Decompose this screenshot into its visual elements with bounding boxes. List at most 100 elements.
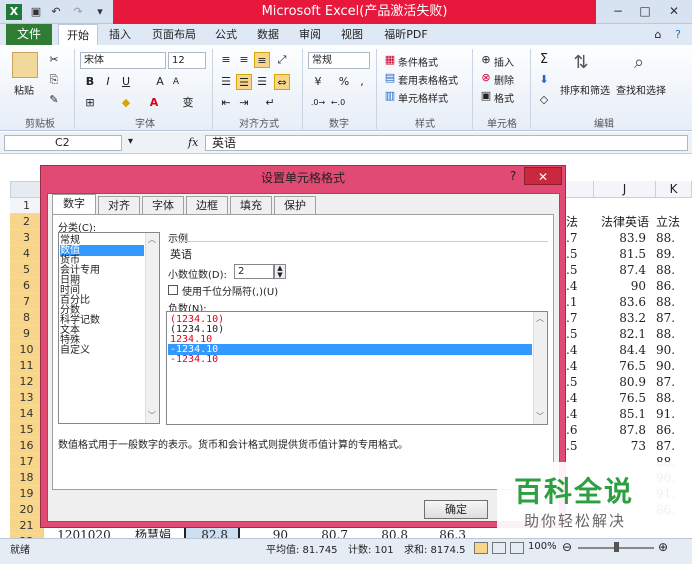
cell-k[interactable]: 87. — [656, 310, 692, 326]
cell-k2[interactable]: 立法 — [656, 214, 692, 230]
cell-j[interactable]: 83.6 — [594, 294, 656, 310]
tab-alignment[interactable]: 对齐 — [98, 196, 140, 214]
delete-cells-icon[interactable]: ⊗ — [478, 70, 494, 86]
category-scrollbar[interactable] — [145, 233, 159, 423]
row-header[interactable]: 18 — [10, 470, 44, 486]
cell-i[interactable]: .5 — [566, 326, 594, 342]
normal-view-icon[interactable] — [474, 542, 488, 554]
dialog-help-button[interactable]: ? — [504, 167, 522, 185]
cell-j[interactable]: 73 — [594, 438, 656, 454]
conditional-format-button[interactable]: 条件格式 — [398, 54, 438, 69]
grow-font-button[interactable]: A — [152, 74, 168, 90]
decrease-decimal-icon[interactable]: ←.0 — [330, 95, 346, 111]
cell-j[interactable]: 76.5 — [594, 390, 656, 406]
increase-indent-icon[interactable]: ⇥ — [236, 95, 252, 111]
decrease-indent-icon[interactable]: ⇤ — [218, 95, 234, 111]
cell-k[interactable]: 88. — [656, 262, 692, 278]
align-right-icon[interactable]: ☰ — [254, 74, 270, 90]
category-item[interactable]: 自定义 — [60, 345, 144, 356]
customize-qat-icon[interactable]: ▾ — [92, 4, 108, 20]
orientation-icon[interactable]: ⤢ — [274, 52, 290, 68]
decimals-spinner[interactable]: ▲ ▼ — [274, 264, 286, 279]
cell-i[interactable]: .5 — [566, 374, 594, 390]
cell-k[interactable]: 87. — [656, 374, 692, 390]
column-header-i[interactable] — [566, 181, 594, 198]
format-cells-icon[interactable]: ▣ — [478, 88, 494, 104]
page-break-view-icon[interactable] — [510, 542, 524, 554]
tab-protection[interactable]: 保护 — [274, 196, 316, 214]
bold-button[interactable]: B — [82, 74, 98, 90]
copy-icon[interactable]: ⎘ — [46, 72, 62, 88]
scroll-up-icon[interactable]: ︿ — [148, 234, 156, 245]
restore-button[interactable]: □ — [631, 2, 659, 20]
row-header[interactable]: 15 — [10, 422, 44, 438]
cell-j[interactable]: 80.9 — [594, 374, 656, 390]
tab-border[interactable]: 边框 — [186, 196, 228, 214]
cell-i[interactable]: .4 — [566, 390, 594, 406]
cell-j2[interactable]: 法律英语 — [594, 214, 656, 230]
conditional-format-icon[interactable]: ▦ — [382, 52, 398, 68]
undo-icon[interactable]: ↶ — [48, 4, 64, 20]
percent-button[interactable]: % — [336, 74, 352, 90]
cell-i[interactable]: .4 — [566, 406, 594, 422]
cell-k[interactable]: 88. — [656, 230, 692, 246]
find-select-icon[interactable]: ⌕ — [626, 52, 652, 78]
autosum-button[interactable]: Σ — [536, 52, 552, 68]
cell-k[interactable]: 88. — [656, 326, 692, 342]
minimize-button[interactable]: − — [604, 2, 632, 20]
cell-k[interactable]: 91. — [656, 406, 692, 422]
cell-i[interactable]: .5 — [566, 438, 594, 454]
align-bottom-icon[interactable]: ≡ — [254, 52, 270, 68]
insert-function-button[interactable]: fx — [188, 136, 198, 149]
cell-style-button[interactable]: 单元格样式 — [398, 90, 448, 105]
row-header[interactable]: 5 — [10, 262, 44, 278]
cell-i[interactable]: .4 — [566, 278, 594, 294]
row-header[interactable]: 17 — [10, 454, 44, 470]
currency-icon[interactable]: ¥ — [310, 74, 326, 90]
cell-i[interactable]: .7 — [566, 230, 594, 246]
align-top-icon[interactable]: ≡ — [218, 52, 234, 68]
row-header[interactable]: 12 — [10, 374, 44, 390]
fill-icon[interactable]: ⬇ — [536, 72, 552, 88]
row-header[interactable]: 13 — [10, 390, 44, 406]
row-header[interactable]: 7 — [10, 294, 44, 310]
tab-review[interactable]: 审阅 — [292, 24, 328, 45]
tab-fill[interactable]: 填充 — [230, 196, 272, 214]
row-header[interactable]: 16 — [10, 438, 44, 454]
zoom-slider-thumb[interactable] — [614, 542, 619, 552]
row-header[interactable]: 19 — [10, 486, 44, 502]
row-header[interactable]: 4 — [10, 246, 44, 262]
italic-button[interactable]: I — [100, 74, 116, 90]
scroll-down-icon[interactable]: ﹀ — [536, 411, 544, 422]
number-format-combo[interactable]: 常规 — [308, 52, 370, 69]
delete-cells-button[interactable]: 删除 — [494, 72, 514, 87]
row-header[interactable]: 6 — [10, 278, 44, 294]
cell-i[interactable]: .4 — [566, 342, 594, 358]
table-format-button[interactable]: 套用表格格式 — [398, 72, 458, 87]
tab-font[interactable]: 字体 — [142, 196, 184, 214]
wrap-text-icon[interactable]: ↵ — [262, 95, 278, 111]
cell-j[interactable]: 87.8 — [594, 422, 656, 438]
row-header[interactable]: 21 — [10, 518, 44, 534]
cell-j[interactable]: 81.5 — [594, 246, 656, 262]
cell-i[interactable]: .4 — [566, 358, 594, 374]
column-header-k[interactable]: K — [656, 181, 692, 198]
negative-format-item[interactable]: -1234.10 — [168, 354, 532, 365]
shrink-font-button[interactable]: A — [168, 74, 184, 90]
row-header[interactable]: 1 — [10, 198, 44, 214]
file-tab[interactable]: 文件 — [6, 24, 52, 45]
cell-k[interactable]: 88. — [656, 390, 692, 406]
tab-home[interactable]: 开始 — [58, 24, 98, 45]
underline-button[interactable]: U — [118, 74, 134, 90]
row-header[interactable]: 8 — [10, 310, 44, 326]
scroll-up-icon[interactable]: ︿ — [536, 313, 544, 324]
select-all-corner[interactable] — [10, 181, 44, 198]
cell-k[interactable]: 90. — [656, 358, 692, 374]
row-header[interactable]: 20 — [10, 502, 44, 518]
align-center-icon[interactable]: ☰ — [236, 74, 252, 90]
column-header-j[interactable]: J — [594, 181, 656, 198]
paste-button[interactable]: 粘贴 — [14, 82, 34, 97]
insert-cells-button[interactable]: 插入 — [494, 54, 514, 69]
align-middle-icon[interactable]: ≡ — [236, 52, 252, 68]
cell-j[interactable]: 85.1 — [594, 406, 656, 422]
